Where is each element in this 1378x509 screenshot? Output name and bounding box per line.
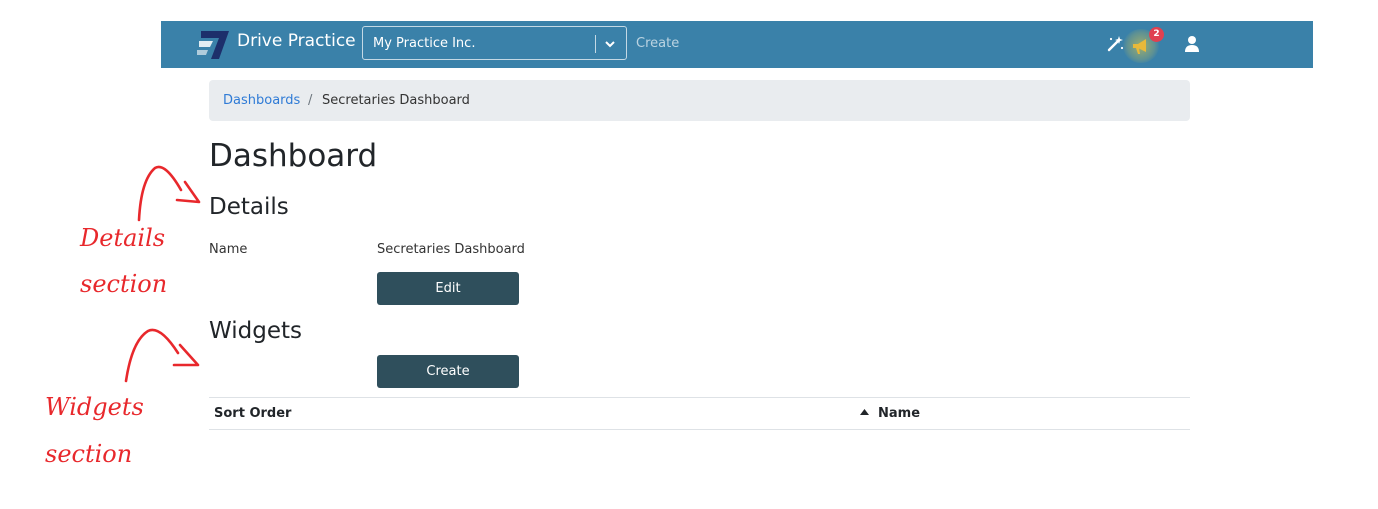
practice-select[interactable]: My Practice Inc.: [362, 26, 627, 60]
column-header-name[interactable]: Name: [878, 406, 920, 421]
select-divider: [595, 35, 596, 53]
breadcrumb-current: Secretaries Dashboard: [322, 93, 470, 108]
widgets-annotation-label: Widgets: [45, 393, 144, 421]
details-annotation-arrow-icon: [137, 165, 201, 222]
page-title: Dashboard: [209, 138, 378, 174]
breadcrumb: Dashboards / Secretaries Dashboard: [209, 80, 1190, 121]
details-heading: Details: [209, 194, 289, 220]
details-annotation-label-2: section: [80, 270, 168, 298]
widgets-heading: Widgets: [209, 318, 302, 344]
edit-button[interactable]: Edit: [377, 272, 519, 305]
widgets-annotation-label-2: section: [45, 440, 133, 468]
create-widget-button[interactable]: Create: [377, 355, 519, 388]
breadcrumb-separator: /: [308, 93, 313, 108]
sort-ascending-icon[interactable]: [860, 409, 869, 415]
chevron-down-icon[interactable]: [604, 39, 616, 49]
name-value: Secretaries Dashboard: [377, 242, 525, 257]
name-label: Name: [209, 242, 248, 257]
practice-select-value: My Practice Inc.: [373, 36, 476, 51]
create-link[interactable]: Create: [636, 36, 679, 51]
column-header-sort-order[interactable]: Sort Order: [214, 406, 291, 421]
breadcrumb-dashboards-link[interactable]: Dashboards: [223, 93, 300, 108]
brand-name[interactable]: Drive Practice: [237, 31, 356, 51]
widgets-annotation-arrow-icon: [124, 328, 200, 383]
top-navbar: Drive Practice My Practice Inc. Create 2: [161, 21, 1313, 68]
megaphone-icon[interactable]: [1130, 35, 1152, 57]
details-annotation-label: Details: [80, 224, 166, 252]
user-icon[interactable]: [1181, 33, 1203, 55]
widgets-table-header: Sort Order Name: [209, 397, 1190, 430]
drive-practice-logo-icon[interactable]: [197, 27, 231, 61]
notification-badge: 2: [1149, 27, 1164, 42]
